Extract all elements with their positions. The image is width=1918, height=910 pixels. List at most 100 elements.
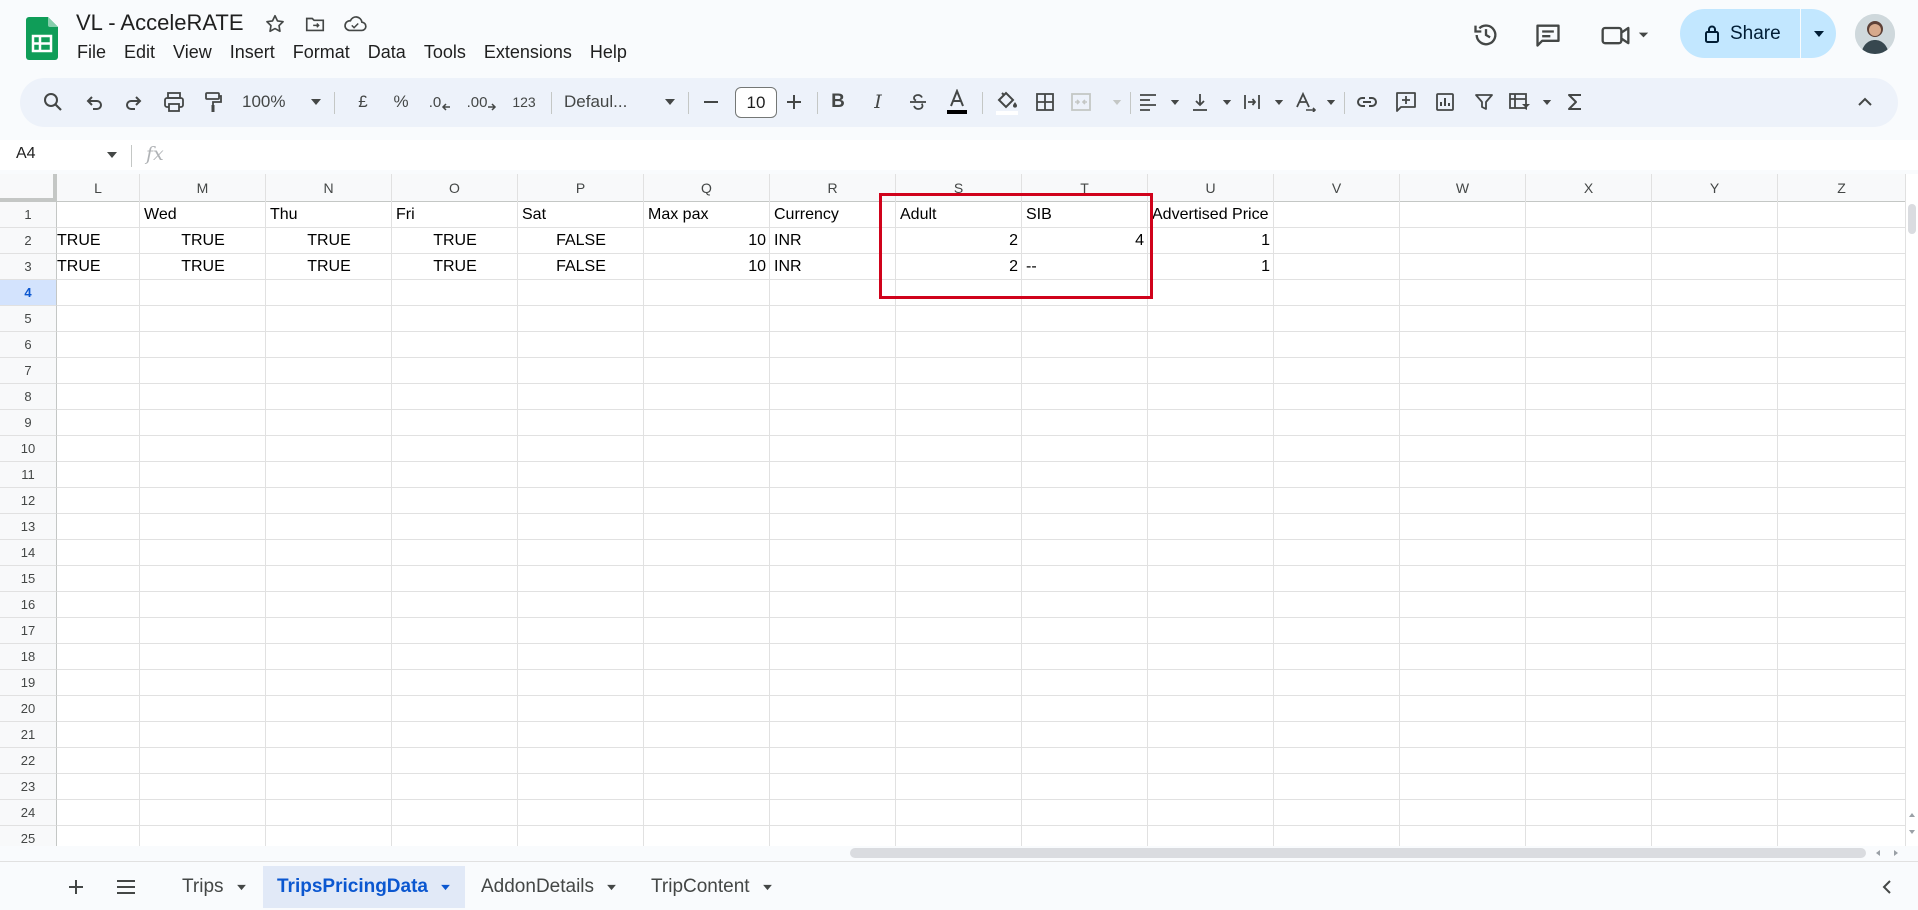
column-header-n[interactable]: N bbox=[266, 174, 392, 202]
select-all-corner[interactable] bbox=[0, 174, 57, 202]
cell-q3[interactable]: 10 bbox=[644, 254, 770, 280]
text-color-icon[interactable] bbox=[940, 86, 974, 118]
fill-color-icon[interactable] bbox=[990, 86, 1024, 118]
column-header-w[interactable]: W bbox=[1400, 174, 1526, 202]
row-header-21[interactable]: 21 bbox=[0, 722, 57, 748]
paint-format-icon[interactable] bbox=[198, 86, 228, 118]
share-button[interactable]: Share bbox=[1680, 9, 1836, 58]
filter-views-icon[interactable] bbox=[1508, 86, 1552, 118]
increase-font-size-icon[interactable] bbox=[779, 86, 809, 118]
cell-r2[interactable]: INR bbox=[770, 228, 896, 254]
column-header-u[interactable]: U bbox=[1148, 174, 1274, 202]
row-header-23[interactable]: 23 bbox=[0, 774, 57, 800]
bold-icon[interactable]: B bbox=[823, 86, 853, 118]
row-header-17[interactable]: 17 bbox=[0, 618, 57, 644]
cell-n3[interactable]: TRUE bbox=[266, 254, 392, 280]
vertical-scrollbar[interactable] bbox=[1906, 174, 1918, 846]
row-header-4[interactable]: 4 bbox=[0, 280, 57, 306]
sheet-tab-addondetails[interactable]: AddonDetails bbox=[467, 866, 631, 908]
row-header-9[interactable]: 9 bbox=[0, 410, 57, 436]
text-wrapping-icon[interactable] bbox=[1242, 86, 1284, 118]
row-header-25[interactable]: 25 bbox=[0, 826, 57, 846]
column-header-v[interactable]: V bbox=[1274, 174, 1400, 202]
sheets-logo-icon[interactable] bbox=[26, 17, 58, 60]
cell-q2[interactable]: 10 bbox=[644, 228, 770, 254]
name-box[interactable]: A4 bbox=[16, 145, 36, 163]
document-title[interactable]: VL - AcceleRATE bbox=[76, 10, 244, 36]
column-header-l[interactable]: L bbox=[57, 174, 140, 202]
cell-o2[interactable]: TRUE bbox=[392, 228, 518, 254]
row-header-13[interactable]: 13 bbox=[0, 514, 57, 540]
comments-icon[interactable] bbox=[1530, 17, 1566, 53]
vertical-scroll-thumb[interactable] bbox=[1908, 204, 1916, 234]
cell-n1[interactable]: Thu bbox=[266, 202, 392, 228]
font-family-select[interactable]: Defaul... bbox=[560, 86, 680, 118]
cell-p1[interactable]: Sat bbox=[518, 202, 644, 228]
redo-icon[interactable] bbox=[119, 86, 149, 118]
row-header-20[interactable]: 20 bbox=[0, 696, 57, 722]
row-header-24[interactable]: 24 bbox=[0, 800, 57, 826]
decrease-font-size-icon[interactable] bbox=[696, 86, 726, 118]
explore-chevron-left-icon[interactable] bbox=[1872, 872, 1902, 902]
row-header-19[interactable]: 19 bbox=[0, 670, 57, 696]
row-header-12[interactable]: 12 bbox=[0, 488, 57, 514]
row-header-18[interactable]: 18 bbox=[0, 644, 57, 670]
cell-n2[interactable]: TRUE bbox=[266, 228, 392, 254]
cell-m2[interactable]: TRUE bbox=[140, 228, 266, 254]
formula-input[interactable] bbox=[180, 143, 1880, 167]
increase-decimal-button[interactable]: .00 bbox=[465, 86, 499, 118]
add-sheet-icon[interactable] bbox=[61, 872, 91, 902]
row-header-6[interactable]: 6 bbox=[0, 332, 57, 358]
sheet-tab-tripcontent[interactable]: TripContent bbox=[637, 866, 787, 908]
menu-format[interactable]: Format bbox=[284, 40, 359, 65]
row-header-22[interactable]: 22 bbox=[0, 748, 57, 774]
row-header-16[interactable]: 16 bbox=[0, 592, 57, 618]
star-icon[interactable] bbox=[262, 11, 288, 37]
search-menus-icon[interactable] bbox=[38, 86, 68, 118]
share-dropdown-chevron-down-icon[interactable] bbox=[1801, 30, 1836, 38]
cell-q1[interactable]: Max pax bbox=[644, 202, 770, 228]
print-icon[interactable] bbox=[159, 86, 189, 118]
row-header-7[interactable]: 7 bbox=[0, 358, 57, 384]
menu-view[interactable]: View bbox=[164, 40, 221, 65]
vertical-align-icon[interactable] bbox=[1190, 86, 1232, 118]
column-header-m[interactable]: M bbox=[140, 174, 266, 202]
more-formats-button[interactable]: 123 bbox=[507, 86, 541, 118]
row-header-2[interactable]: 2 bbox=[0, 228, 57, 254]
insert-chart-icon[interactable] bbox=[1430, 86, 1460, 118]
row-header-15[interactable]: 15 bbox=[0, 566, 57, 592]
cell-m1[interactable]: Wed bbox=[140, 202, 266, 228]
undo-icon[interactable] bbox=[79, 86, 109, 118]
column-header-o[interactable]: O bbox=[392, 174, 518, 202]
menu-extensions[interactable]: Extensions bbox=[475, 40, 581, 65]
horizontal-align-icon[interactable] bbox=[1138, 86, 1180, 118]
cell-u2[interactable]: 1 bbox=[1148, 228, 1274, 254]
cloud-saved-icon[interactable] bbox=[342, 11, 368, 37]
version-history-icon[interactable] bbox=[1468, 17, 1504, 53]
scroll-left-icon[interactable] bbox=[1875, 849, 1881, 857]
zoom-select[interactable]: 100% bbox=[242, 86, 322, 118]
all-sheets-menu-icon[interactable] bbox=[111, 872, 141, 902]
cell-r3[interactable]: INR bbox=[770, 254, 896, 280]
scroll-up-icon[interactable] bbox=[1908, 812, 1916, 818]
cell-o3[interactable]: TRUE bbox=[392, 254, 518, 280]
avatar[interactable] bbox=[1855, 14, 1895, 54]
cell-l2[interactable]: TRUE bbox=[57, 228, 140, 254]
borders-icon[interactable] bbox=[1030, 86, 1060, 118]
chevron-down-icon[interactable] bbox=[106, 151, 118, 159]
scroll-right-icon[interactable] bbox=[1893, 849, 1899, 857]
menu-tools[interactable]: Tools bbox=[415, 40, 475, 65]
cell-p2[interactable]: FALSE bbox=[518, 228, 644, 254]
cell-o1[interactable]: Fri bbox=[392, 202, 518, 228]
cell-m3[interactable]: TRUE bbox=[140, 254, 266, 280]
insert-comment-icon[interactable] bbox=[1391, 86, 1421, 118]
scroll-down-icon[interactable] bbox=[1908, 829, 1916, 835]
insert-link-icon[interactable] bbox=[1352, 86, 1382, 118]
row-header-14[interactable]: 14 bbox=[0, 540, 57, 566]
filter-icon[interactable] bbox=[1469, 86, 1499, 118]
font-size-input[interactable]: 10 bbox=[735, 87, 777, 118]
menu-insert[interactable]: Insert bbox=[221, 40, 284, 65]
row-header-8[interactable]: 8 bbox=[0, 384, 57, 410]
cell-u1[interactable]: Advertised Price bbox=[1148, 202, 1274, 228]
percent-format-button[interactable]: % bbox=[388, 86, 414, 118]
